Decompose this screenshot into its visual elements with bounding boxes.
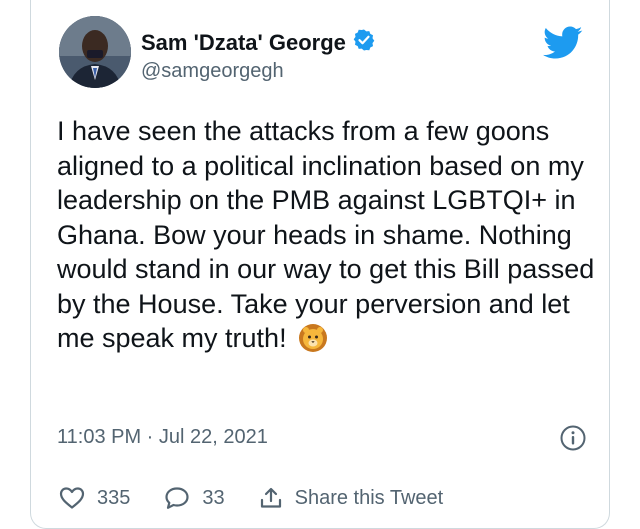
reply-button[interactable]: 33	[164, 486, 225, 510]
share-button[interactable]: Share this Tweet	[259, 486, 444, 510]
action-bar: 335 33 Share this Tweet	[59, 486, 477, 510]
tweet-card: Sam 'Dzata' George @samgeorgegh I have s…	[30, 0, 610, 529]
lion-emoji	[298, 323, 328, 362]
like-count: 335	[97, 486, 131, 509]
reply-icon	[164, 486, 190, 510]
twitter-bird-icon[interactable]	[543, 26, 583, 60]
user-handle[interactable]: @samgeorgegh	[141, 60, 284, 83]
like-button[interactable]: 335	[59, 486, 130, 510]
reply-count: 33	[202, 486, 225, 509]
tweet-text: I have seen the attacks from a few goons…	[57, 116, 595, 353]
author-name-row: Sam 'Dzata' George	[141, 28, 376, 57]
display-name[interactable]: Sam 'Dzata' George	[141, 30, 346, 56]
share-label: Share this Tweet	[294, 486, 444, 509]
verified-badge-icon	[352, 28, 376, 57]
avatar[interactable]	[59, 16, 131, 88]
tweet-timestamp[interactable]: 11:03 PM · Jul 22, 2021	[57, 426, 268, 449]
tweet-body: I have seen the attacks from a few goons…	[57, 114, 597, 362]
info-icon[interactable]	[559, 424, 587, 452]
heart-icon	[59, 486, 85, 510]
share-icon	[259, 486, 283, 510]
